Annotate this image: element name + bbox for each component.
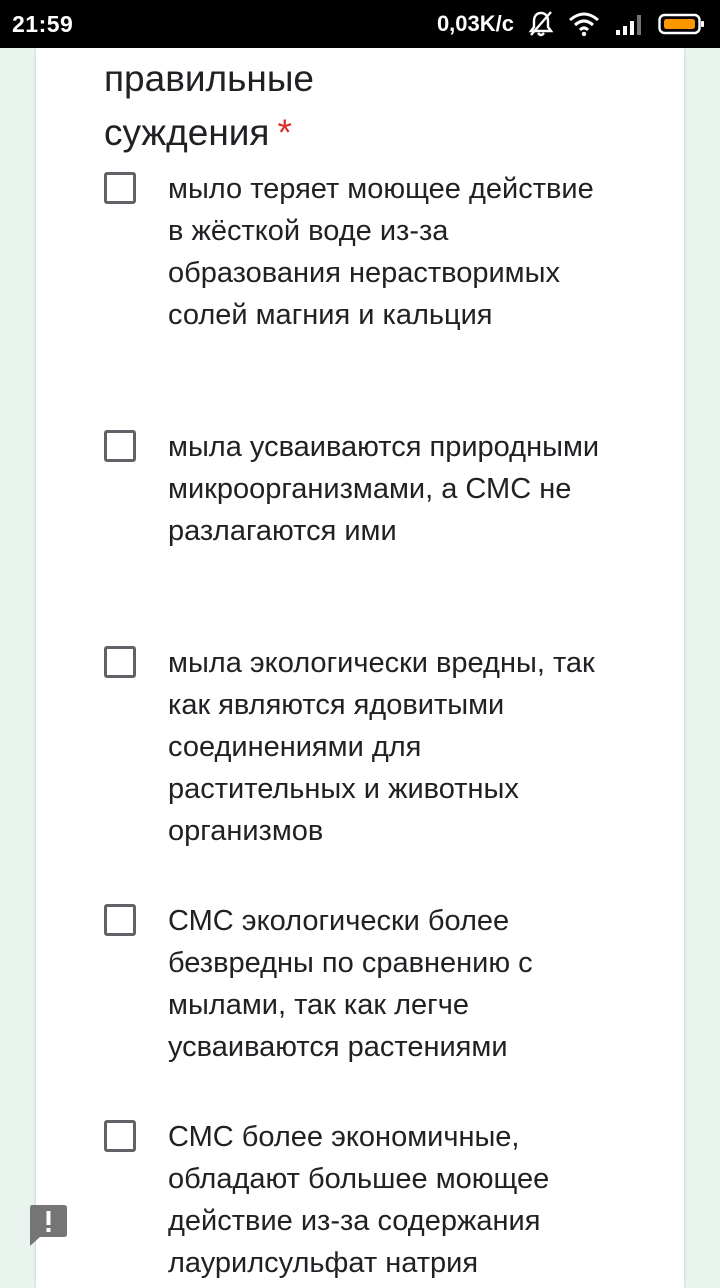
checkbox-option-3[interactable]: мыла экологически вредны, так как являют… [104,642,644,852]
option-label[interactable]: СМС экологически более безвредны по срав… [168,900,608,1068]
option-label[interactable]: мыло теряет моющее действие в жёсткой во… [168,168,608,336]
question-card: правильные суждения * мыло теряет моющее … [36,48,684,1288]
status-bar: 21:59 0,03K/c [0,0,720,48]
checkbox[interactable] [104,1120,136,1152]
question-title-line-1: правильные [104,58,314,99]
option-label[interactable]: СМС более экономичные, обладают большее … [168,1116,608,1284]
required-asterisk: * [277,112,292,153]
checkbox-option-1[interactable]: мыло теряет моющее действие в жёсткой во… [104,168,644,336]
checkbox[interactable] [104,904,136,936]
wifi-icon [568,11,600,37]
signal-icon [614,12,644,36]
battery-icon [658,12,706,36]
checkbox-option-2[interactable]: мыла усваиваются природными микроорганиз… [104,426,644,552]
status-time: 21:59 [12,10,74,37]
checkbox-option-5[interactable]: СМС более экономичные, обладают большее … [104,1116,644,1284]
feedback-exclamation-icon [30,1205,67,1246]
bell-off-icon [528,10,554,38]
checkbox[interactable] [104,646,136,678]
checkbox[interactable] [104,430,136,462]
checkbox[interactable] [104,172,136,204]
option-label[interactable]: мыла усваиваются природными микроорганиз… [168,426,608,552]
option-label[interactable]: мыла экологически вредны, так как являют… [168,642,608,852]
question-title-text: суждения [104,112,270,153]
status-icons: 0,03K/c [437,10,706,38]
feedback-button[interactable] [28,1203,68,1247]
network-speed: 0,03K/c [436,11,514,36]
checkbox-option-4[interactable]: СМС экологически более безвредны по срав… [104,900,644,1068]
question-title-line-2: суждения * [104,106,292,160]
